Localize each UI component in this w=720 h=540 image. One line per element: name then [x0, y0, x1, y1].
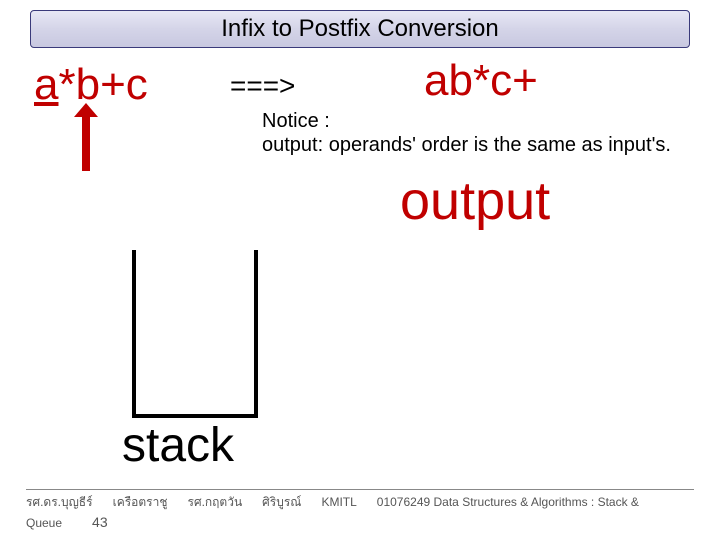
footer-divider	[26, 489, 694, 490]
footer-author1: รศ.ดร.บุญธีร์	[26, 493, 93, 512]
notice-label: Notice :	[262, 110, 330, 133]
postfix-expression: ab*c+	[424, 56, 538, 106]
output-label: output	[400, 170, 550, 232]
footer-author3: รศ.กฤตวัน	[188, 493, 243, 512]
stack-label: stack	[122, 418, 234, 473]
stack-diagram	[132, 250, 258, 418]
footer-course: 01076249 Data Structures & Algorithms : …	[377, 495, 639, 509]
page-number: 43	[92, 514, 108, 530]
footer-author4: ศิริบูรณ์	[262, 493, 301, 512]
notice-text: output: operands' order is the same as i…	[262, 134, 671, 157]
footer: รศ.ดร.บุญธีร์ เครือตราชู รศ.กฤตวัน ศิริบ…	[26, 493, 710, 530]
title-bar: Infix to Postfix Conversion	[30, 10, 690, 48]
footer-author2: เครือตราชู	[113, 493, 168, 512]
conversion-arrow: ===>	[230, 70, 295, 102]
footer-institution: KMITL	[321, 495, 356, 509]
slide-title: Infix to Postfix Conversion	[221, 15, 498, 43]
footer-course-cont: Queue	[26, 516, 62, 530]
pointer-arrow-icon	[82, 115, 90, 171]
